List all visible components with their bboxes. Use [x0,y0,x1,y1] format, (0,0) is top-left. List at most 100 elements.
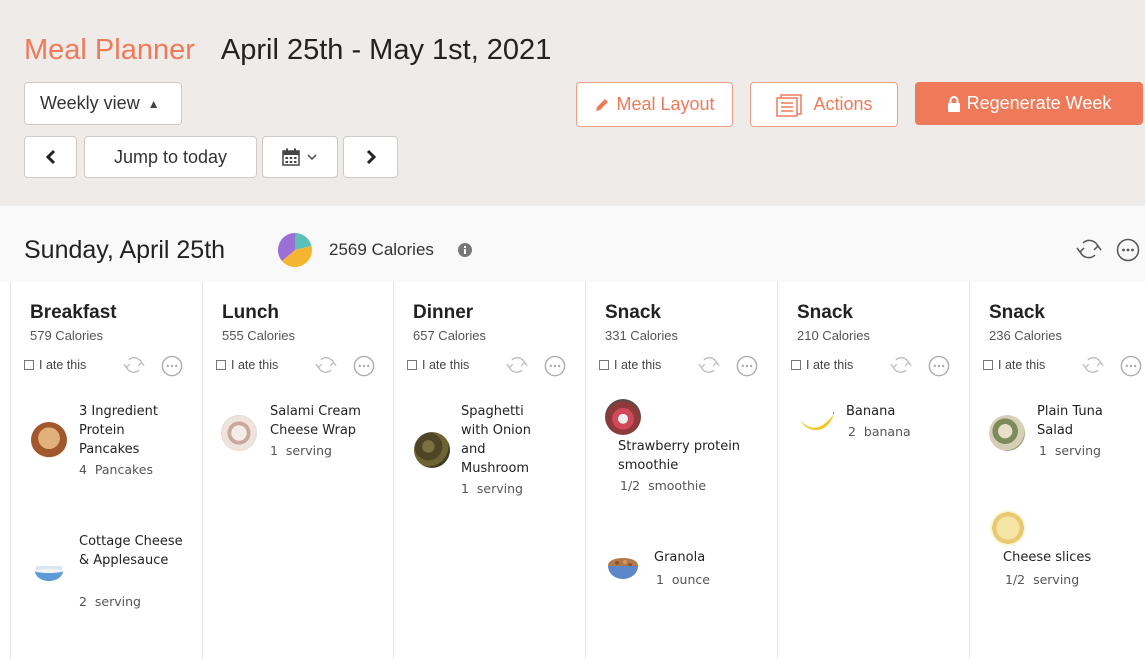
meal-calories: 555 Calories [222,328,295,343]
food-amount: 1 serving [1039,443,1101,458]
ate-this-label: I ate this [39,358,87,372]
food-amount: 4 Pancakes [79,462,153,477]
actions-button[interactable]: Actions [750,82,898,127]
regenerate-meal-icon[interactable] [886,354,916,376]
regenerate-meal-icon[interactable] [119,354,149,376]
food-amount: 1 serving [270,443,332,458]
meal-name: Snack [797,302,853,323]
day-summary-bar: Sunday, April 25th 2569 Calories [0,206,1145,282]
view-select[interactable]: Weekly view ▲ [24,82,182,125]
meal-calories: 579 Calories [30,328,103,343]
food-name: Cottage Cheese & Applesauce [79,534,183,568]
food-name: 3 Ingredient Protein Pancakes [79,404,158,457]
jump-to-today-button[interactable]: Jump to today [84,136,257,178]
chevron-down-icon [307,154,317,161]
food-name: Banana [846,404,896,419]
regenerate-meal-icon[interactable] [1078,354,1108,376]
meal-name: Lunch [222,302,279,323]
chevron-left-icon [45,149,55,165]
calendar-icon [282,148,300,166]
lock-icon [947,95,961,112]
day-more-options-icon[interactable] [1116,238,1140,262]
meal-column-snack-1: Snack 331 Calories I ate this Strawberry… [585,282,777,659]
pencil-icon [594,97,610,113]
checkbox-icon [216,360,226,370]
meal-calories: 236 Calories [989,328,1062,343]
regenerate-meal-icon[interactable] [311,354,341,376]
meal-column-lunch: Lunch 555 Calories I ate this Salami Cre… [202,282,394,659]
spaghetti-icon [414,432,450,468]
regenerate-meal-icon[interactable] [694,354,724,376]
ate-this-checkbox[interactable]: I ate this [216,358,278,372]
meal-column-breakfast: Breakfast 579 Calories I ate this 3 Ingr… [10,282,202,659]
checkbox-icon [791,360,801,370]
meal-column-snack-2: Snack 210 Calories I ate this Banana 2 b… [777,282,969,659]
food-name: Salami Cream Cheese Wrap [270,404,361,438]
ate-this-checkbox[interactable]: I ate this [791,358,853,372]
regenerate-week-label: Regenerate Week [966,93,1112,113]
title-row: Meal Planner April 25th - May 1st, 2021 [24,34,551,67]
meal-columns: Breakfast 579 Calories I ate this 3 Ingr… [0,282,1145,659]
food-amount: 2 banana [848,424,911,439]
meal-more-options-icon[interactable] [161,355,183,377]
meal-more-options-icon[interactable] [353,355,375,377]
planner-header: Meal Planner April 25th - May 1st, 2021 … [0,0,1145,206]
tuna-salad-icon [989,415,1025,451]
prev-week-button[interactable] [24,136,77,178]
day-title: Sunday, April 25th [24,236,226,264]
meal-layout-label: Meal Layout [616,94,715,114]
banana-icon [798,408,834,444]
meal-more-options-icon[interactable] [1120,355,1142,377]
info-icon[interactable] [458,243,472,257]
ate-this-label: I ate this [422,358,470,372]
ate-this-label: I ate this [231,358,279,372]
food-name: Strawberry protein smoothie [618,439,741,473]
checkbox-icon [407,360,417,370]
day-calories: 2569 Calories [329,240,434,259]
app-title: Meal Planner [24,34,195,66]
meal-name: Snack [605,302,661,323]
ate-this-checkbox[interactable]: I ate this [599,358,661,372]
ate-this-label: I ate this [806,358,854,372]
actions-label: Actions [813,94,873,114]
pancakes-icon [31,422,67,458]
food-amount: 2 serving [79,594,141,609]
checkbox-icon [599,360,609,370]
list-document-icon [775,93,803,117]
meal-layout-button[interactable]: Meal Layout [576,82,733,127]
food-name: Spaghetti with Onion and Mushroom [461,404,531,476]
food-amount: 1 ounce [656,572,710,587]
sort-caret-icon: ▲ [147,96,160,111]
meal-column-snack-3: Snack 236 Calories I ate this Plain Tuna… [969,282,1145,659]
wrap-icon [221,415,257,451]
cottage-cheese-bowl-icon [31,554,67,590]
meal-column-dinner: Dinner 657 Calories I ate this Spaghetti… [393,282,585,659]
ate-this-checkbox[interactable]: I ate this [24,358,86,372]
macro-pie-chart-icon[interactable] [277,232,313,268]
smoothie-icon [605,399,641,435]
meal-name: Breakfast [30,302,117,323]
next-week-button[interactable] [343,136,398,178]
meal-more-options-icon[interactable] [736,355,758,377]
cheese-slices-icon [990,510,1026,546]
food-amount: 1/2 serving [1005,572,1080,587]
ate-this-checkbox[interactable]: I ate this [407,358,469,372]
meal-more-options-icon[interactable] [928,355,950,377]
food-name: Plain Tuna Salad [1037,404,1103,438]
regenerate-meal-icon[interactable] [502,354,532,376]
food-name: Cheese slices [1003,550,1092,565]
chevron-right-icon [366,149,376,165]
regenerate-day-icon[interactable] [1074,236,1104,262]
date-range: April 25th - May 1st, 2021 [220,34,552,66]
meal-more-options-icon[interactable] [544,355,566,377]
meal-name: Snack [989,302,1045,323]
ate-this-checkbox[interactable]: I ate this [983,358,1045,372]
regenerate-week-button[interactable]: Regenerate Week [915,82,1143,125]
ate-this-label: I ate this [998,358,1046,372]
food-name: Granola [654,550,706,565]
food-amount: 1/2 smoothie [620,478,707,493]
calendar-dropdown-button[interactable] [262,136,338,178]
ate-this-label: I ate this [614,358,662,372]
view-select-label: Weekly view [40,93,140,113]
food-amount: 1 serving [461,481,523,496]
